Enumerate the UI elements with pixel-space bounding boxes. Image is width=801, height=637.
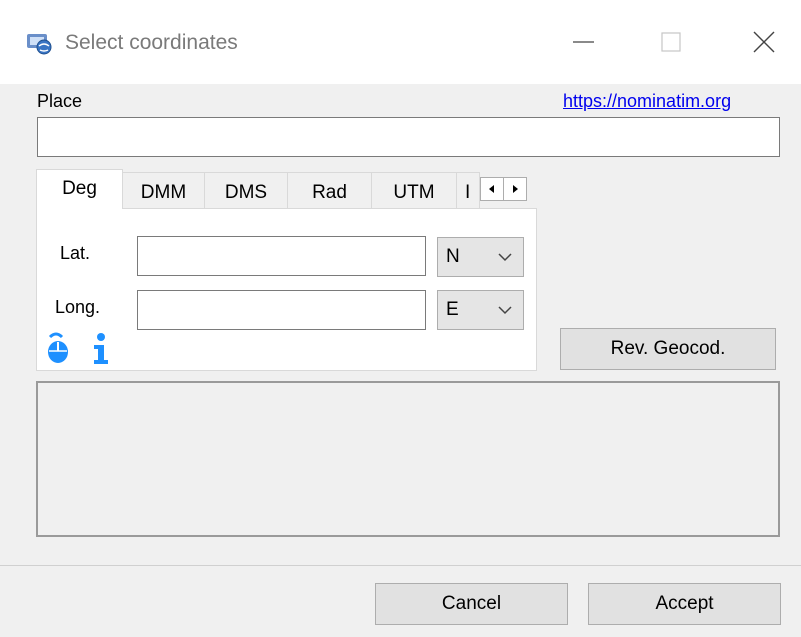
maximize-icon xyxy=(661,32,681,52)
latitude-label: Lat. xyxy=(60,243,91,263)
minimize-button[interactable] xyxy=(560,22,606,62)
tab-dmm[interactable]: DMM xyxy=(122,172,205,209)
dialog-window: Select coordinates Place https://nominat… xyxy=(0,0,801,637)
longitude-hemisphere-value: E xyxy=(446,299,459,320)
longitude-label: Long. xyxy=(55,297,101,317)
tab-partial[interactable]: I xyxy=(456,172,480,209)
scroll-left-icon xyxy=(489,185,494,193)
nominatim-link[interactable]: https://nominatim.org xyxy=(563,90,731,112)
place-input[interactable] xyxy=(37,117,780,157)
longitude-hemisphere-select[interactable]: E xyxy=(437,290,524,330)
chevron-down-icon xyxy=(498,306,512,315)
button-area-separator xyxy=(0,565,801,566)
accept-button[interactable]: Accept xyxy=(588,583,781,625)
tab-utm[interactable]: UTM xyxy=(371,172,457,209)
title-bar: Select coordinates xyxy=(0,0,801,84)
maximize-button[interactable] xyxy=(648,22,694,62)
cancel-button[interactable]: Cancel xyxy=(375,583,568,625)
app-globe-icon xyxy=(25,30,53,56)
info-icon[interactable] xyxy=(90,332,110,371)
window-title: Select coordinates xyxy=(65,31,238,54)
latitude-hemisphere-select[interactable]: N xyxy=(437,237,524,277)
tab-dms[interactable]: DMS xyxy=(204,172,288,209)
longitude-input[interactable] xyxy=(137,290,426,330)
latitude-hemisphere-value: N xyxy=(446,246,460,267)
minimize-icon xyxy=(573,41,594,43)
scroll-right-icon xyxy=(513,185,518,193)
chevron-down-icon xyxy=(498,253,512,262)
result-box xyxy=(36,381,780,537)
close-icon xyxy=(753,31,775,53)
tab-scroll-left-button[interactable] xyxy=(480,177,504,201)
mouse-pick-icon[interactable] xyxy=(44,331,72,370)
place-label: Place xyxy=(37,91,83,111)
close-button[interactable] xyxy=(740,22,786,62)
tab-scroll-right-button[interactable] xyxy=(503,177,527,201)
tab-deg[interactable]: Deg xyxy=(36,169,123,209)
latitude-input[interactable] xyxy=(137,236,426,276)
reverse-geocode-button[interactable]: Rev. Geocod. xyxy=(560,328,776,370)
tab-rad[interactable]: Rad xyxy=(287,172,372,209)
